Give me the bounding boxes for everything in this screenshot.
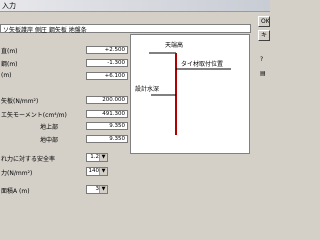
- field-row-5[interactable]: 9.350: [86, 122, 128, 130]
- field-row-3[interactable]: 200.000: [86, 96, 128, 104]
- label-row-1: 鋼(m): [1, 61, 18, 68]
- label-row-5: 地上部: [40, 124, 59, 131]
- combo-row-8-value: 140: [88, 168, 100, 174]
- field-row-1[interactable]: -1.300: [86, 59, 128, 67]
- label-row-3: 矢板(N/mm²): [1, 98, 39, 105]
- label-row-8: 力(N/mm²): [1, 170, 33, 177]
- window-title: 入力: [2, 2, 16, 10]
- field-row-2[interactable]: +6.100: [86, 72, 128, 80]
- diagram-svg: 天端高 タイ材取付位置 設計水深: [135, 41, 231, 135]
- field-row-4[interactable]: 491.300: [86, 110, 128, 118]
- depth-label: 設計水深: [135, 85, 159, 93]
- chevron-down-icon[interactable]: ▼: [99, 154, 107, 161]
- combo-row-9[interactable]: 3 ▼: [86, 185, 108, 194]
- description-text: ソ矢板護岸 側圧 鋼矢板 地盤条: [3, 27, 87, 34]
- description-field[interactable]: ソ矢板護岸 側圧 鋼矢板 地盤条: [0, 24, 251, 34]
- field-row-0[interactable]: +2.500: [86, 46, 128, 54]
- chevron-down-icon[interactable]: ▼: [99, 186, 107, 193]
- label-row-7: れ力に対する安全率: [1, 156, 56, 163]
- cancel-button[interactable]: キャンセル: [258, 30, 270, 41]
- label-row-0: 直(m): [1, 48, 18, 55]
- field-row-6[interactable]: 9.350: [86, 135, 128, 143]
- label-row-6: 地中部: [40, 137, 59, 144]
- label-row-4: エ矢モーメント(cm⁴/m): [1, 112, 67, 119]
- label-row-9: 面積A (m): [1, 188, 30, 195]
- top-level-label: 天端高: [165, 41, 183, 49]
- help-icon[interactable]: ?: [260, 56, 263, 63]
- combo-row-8[interactable]: 140 ▼: [86, 167, 108, 176]
- combo-row-7-value: 1.2: [90, 154, 99, 160]
- ok-button[interactable]: OK: [258, 16, 270, 27]
- title-bar: 入力: [0, 0, 270, 12]
- combo-row-7[interactable]: 1.2 ▼: [86, 153, 108, 162]
- sheet-icon[interactable]: ▤: [260, 70, 266, 77]
- label-row-2: (m): [1, 72, 12, 79]
- chevron-down-icon[interactable]: ▼: [99, 168, 107, 175]
- sheet-pile-diagram: 天端高 タイ材取付位置 設計水深: [130, 34, 250, 154]
- tie-label: タイ材取付位置: [181, 60, 223, 68]
